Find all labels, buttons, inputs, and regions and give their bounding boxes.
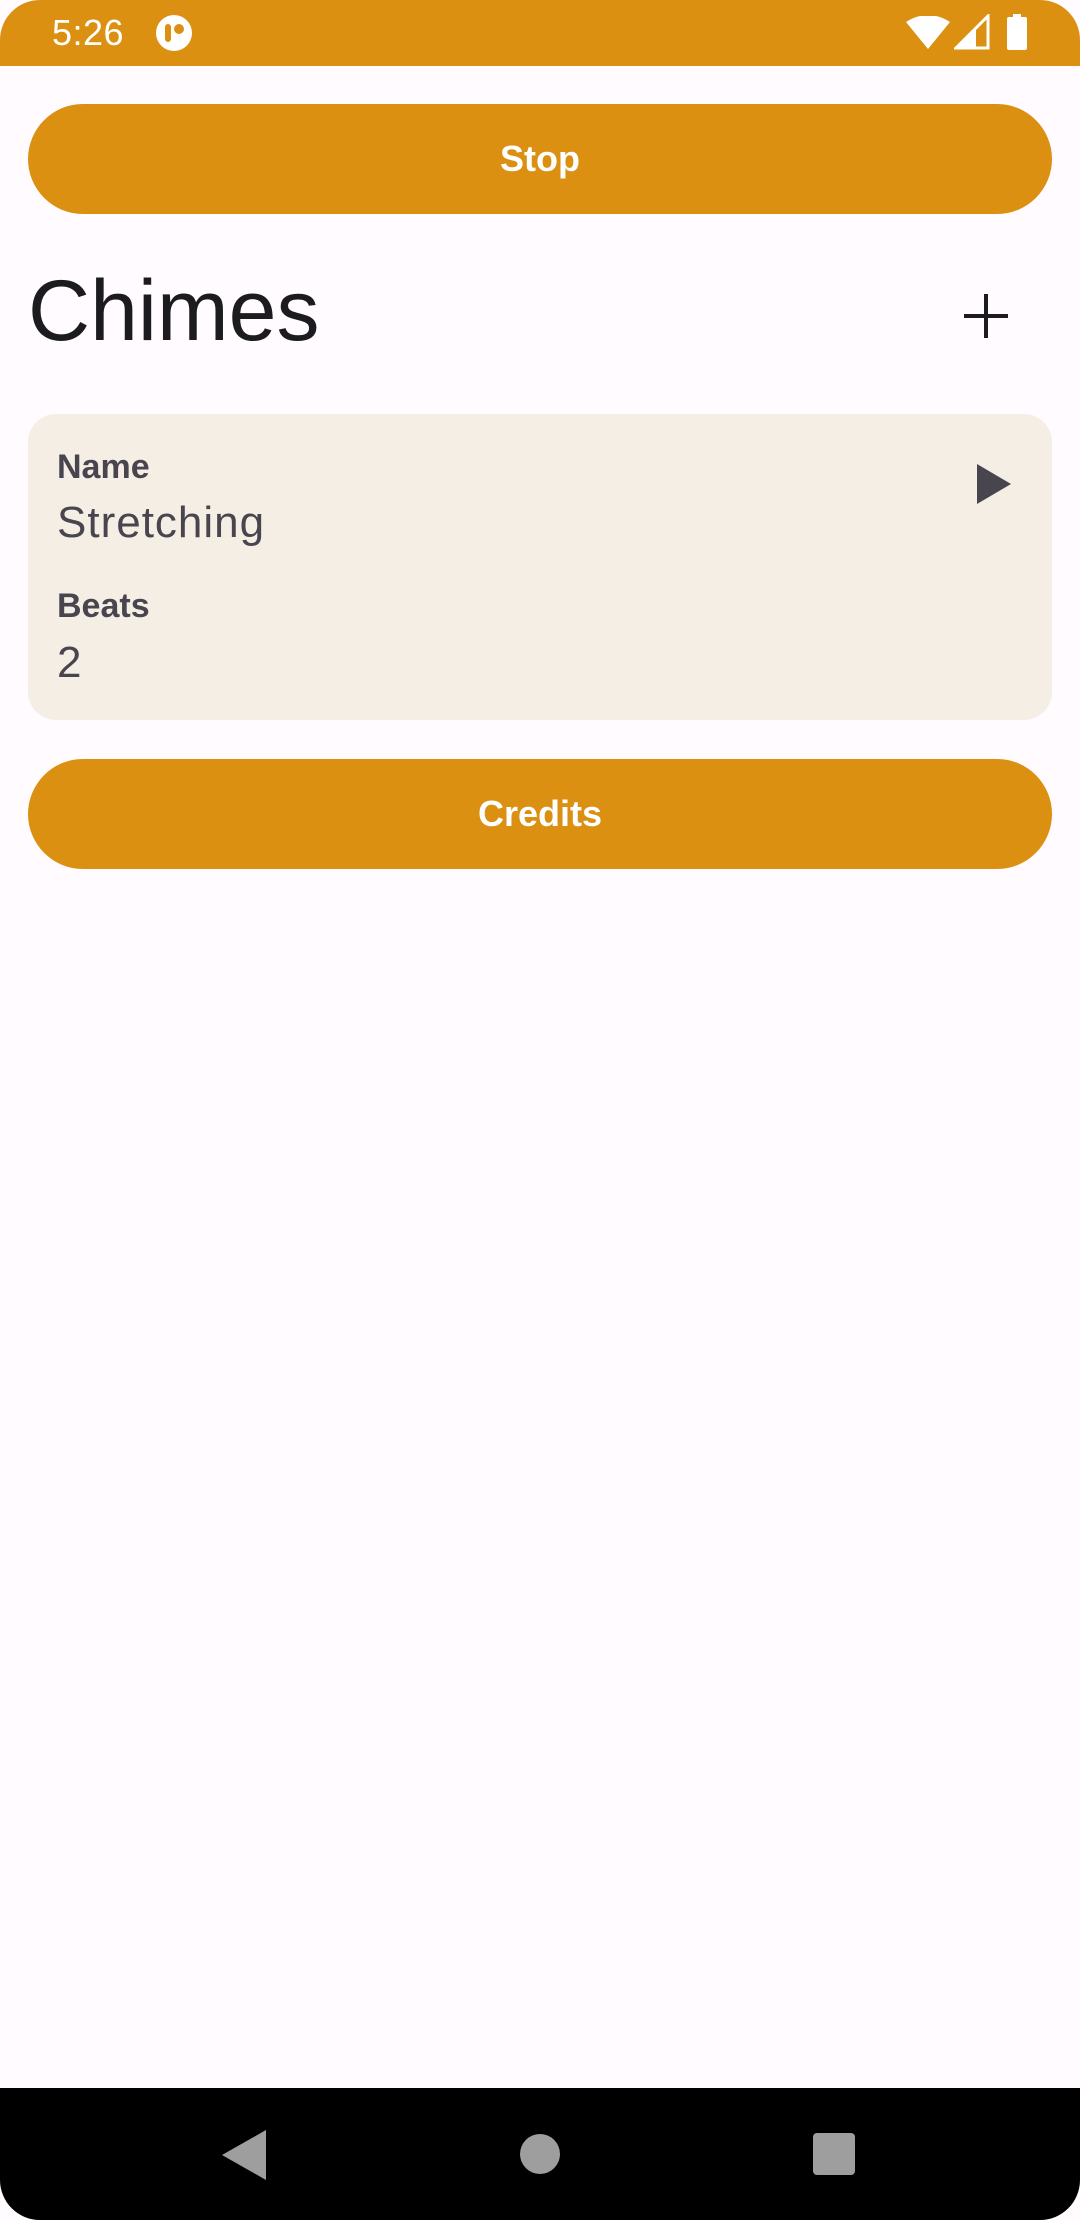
page-title: Chimes (28, 263, 320, 359)
status-bar: 5:26 (0, 0, 1080, 66)
back-icon[interactable] (222, 2130, 266, 2180)
navigation-bar (0, 2088, 1080, 2220)
play-button[interactable] (966, 456, 1022, 512)
chime-card[interactable]: Name Stretching Beats 2 (28, 414, 1052, 720)
credits-button[interactable]: Credits (28, 759, 1052, 869)
chime-name: Stretching (57, 498, 266, 547)
wifi-icon (906, 16, 950, 49)
beats-label: Beats (57, 587, 150, 625)
plus-icon (964, 294, 1008, 338)
home-icon[interactable] (519, 2133, 561, 2175)
cell-signal-icon (954, 14, 990, 50)
add-chime-button[interactable] (950, 280, 1022, 352)
battery-icon (1007, 14, 1027, 50)
stop-button[interactable]: Stop (28, 104, 1052, 214)
recents-icon[interactable] (813, 2133, 855, 2175)
status-time: 5:26 (52, 12, 125, 53)
chime-beats: 2 (57, 638, 83, 687)
play-icon (977, 464, 1011, 504)
app-screen: 5:26 Stop Chimes Name Stretching Beats 2… (0, 0, 1080, 2220)
app-notification-icon (156, 15, 192, 51)
name-label: Name (57, 448, 150, 486)
